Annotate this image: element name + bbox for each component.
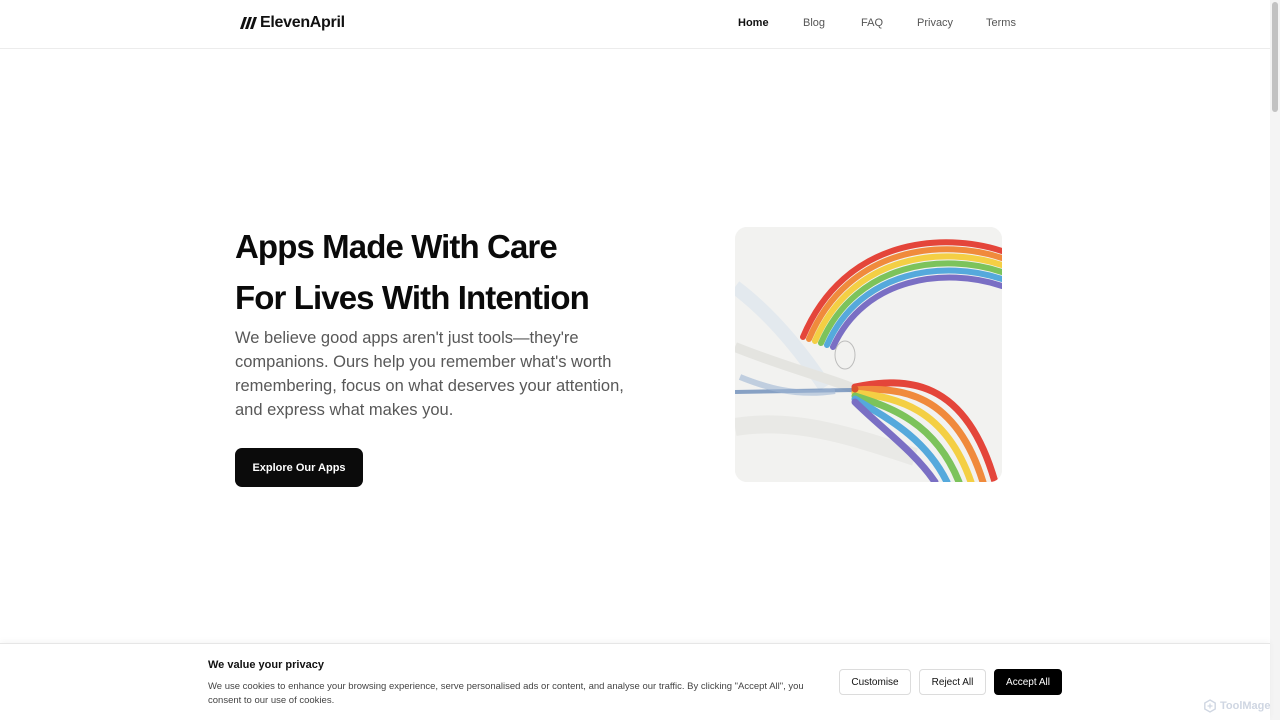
explore-apps-button[interactable]: Explore Our Apps bbox=[235, 448, 363, 487]
cookie-banner-title: We value your privacy bbox=[208, 659, 324, 671]
customise-button[interactable]: Customise bbox=[839, 669, 911, 695]
scrollbar-thumb[interactable] bbox=[1272, 2, 1278, 112]
page-scrollbar[interactable] bbox=[1270, 0, 1280, 720]
accept-all-button[interactable]: Accept All bbox=[994, 669, 1062, 695]
toolmage-watermark: ToolMage bbox=[1203, 699, 1271, 713]
rainbow-painting-icon bbox=[735, 227, 1002, 482]
toolmage-logo-icon bbox=[1204, 699, 1216, 713]
nav-faq[interactable]: FAQ bbox=[861, 17, 883, 29]
hero-image bbox=[735, 227, 1002, 482]
nav-privacy[interactable]: Privacy bbox=[917, 17, 953, 29]
hero-title: Apps Made With Care For Lives With Inten… bbox=[235, 221, 590, 323]
cookie-banner: We value your privacy We use cookies to … bbox=[0, 643, 1270, 720]
hero-description: We believe good apps aren't just tools—t… bbox=[235, 329, 624, 419]
hero-title-line-1: Apps Made With Care bbox=[235, 228, 558, 265]
nav-home[interactable]: Home bbox=[738, 17, 769, 29]
hero-title-line-2: For Lives With Intention bbox=[235, 279, 590, 316]
brand-name: ElevenApril bbox=[260, 14, 345, 31]
logo-slashes-icon bbox=[240, 17, 257, 29]
cookie-banner-text: We use cookies to enhance your browsing … bbox=[208, 681, 804, 706]
nav-blog[interactable]: Blog bbox=[803, 17, 825, 29]
reject-all-button[interactable]: Reject All bbox=[919, 669, 986, 695]
site-header: ElevenApril Home Blog FAQ Privacy Terms bbox=[0, 0, 1270, 49]
watermark-text: ToolMage bbox=[1220, 700, 1271, 712]
brand-logo[interactable]: ElevenApril bbox=[240, 14, 345, 32]
nav-terms[interactable]: Terms bbox=[986, 17, 1016, 29]
